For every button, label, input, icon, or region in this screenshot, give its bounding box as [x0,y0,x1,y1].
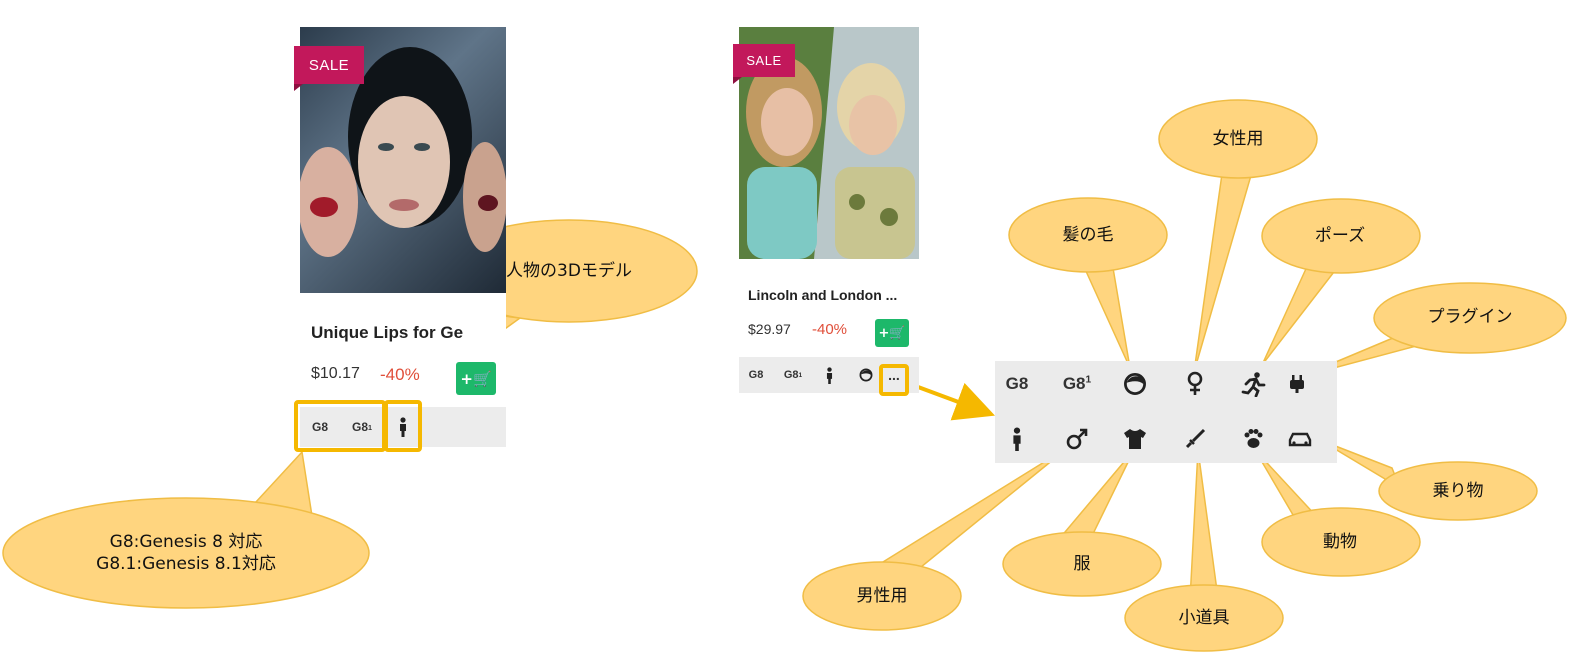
callout-plugin: プラグイン [1427,306,1513,327]
callout-female: 女性用 [1212,128,1264,149]
sword-icon [1173,419,1217,459]
plugin-icon [1275,364,1319,404]
car-icon [1278,419,1322,459]
male-icon [1055,419,1099,459]
tag-g8: G8 [748,369,764,381]
highlight-person-icon [384,400,422,452]
icon-legend-panel: G8 G81 [995,361,1337,463]
callout-male: 男性用 [856,585,908,606]
legend-g81: G81 [1062,374,1092,393]
hair-icon [1113,364,1157,404]
add-to-cart-button[interactable]: +🛒 [456,362,496,395]
female-icon [1173,364,1217,404]
product-title[interactable]: Lincoln and London ... [748,287,916,303]
paw-icon [1231,419,1275,459]
highlight-more-button [879,364,909,396]
person-icon [995,419,1039,459]
sale-badge: SALE [294,46,364,91]
product-price: $29.97 [748,321,791,337]
running-pose-icon [1231,364,1275,404]
product-price: $10.17 [311,365,360,382]
more-arrow [909,382,995,421]
highlight-genesis-tags [294,400,386,452]
callout-person-3d: 人物の3Dモデル [506,260,632,281]
person-icon [819,357,839,393]
product-card-2[interactable]: SALE Lincoln and London ... $29.97 -40% … [733,27,919,393]
callout-clothes: 服 [1073,553,1091,574]
callout-hair: 髪の毛 [1062,224,1114,245]
discount-label: -40% [812,321,848,338]
product-card-1[interactable]: SALE Unique Lips for Ge $10.17 -40% +🛒 G… [294,27,506,447]
tag-g81: G8 1 [783,369,803,381]
add-to-cart-button[interactable]: +🛒 [875,319,909,347]
product-title[interactable]: Unique Lips for Ge [311,323,506,343]
legend-g8: G8 [1005,374,1029,393]
hair-icon [855,357,877,393]
tshirt-icon [1113,419,1157,459]
callout-genesis-line2: G8.1:Genesis 8.1対応 [96,554,276,574]
callout-vehicle: 乗り物 [1432,480,1484,501]
discount-label: -40% [380,365,420,384]
sale-badge: SALE [733,44,795,84]
callout-genesis: G8:Genesis 8 対応 G8.1:Genesis 8.1対応 [10,520,362,586]
callout-animal: 動物 [1323,531,1357,552]
callout-pose: ポーズ [1314,225,1366,246]
callout-genesis-line1: G8:Genesis 8 対応 [109,531,263,552]
callout-props: 小道具 [1178,607,1230,628]
